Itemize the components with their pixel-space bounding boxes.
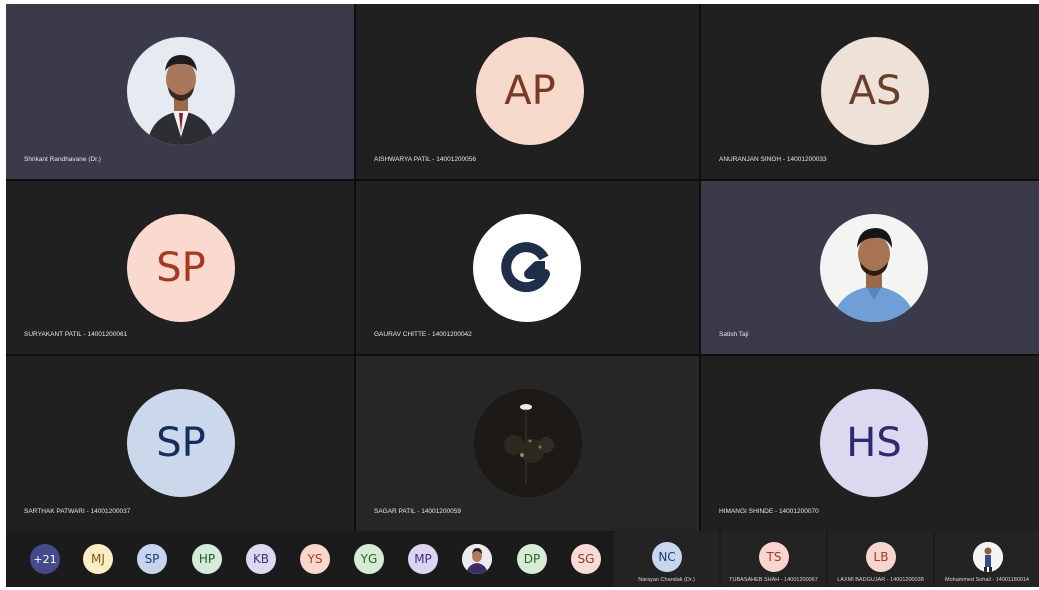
participant-initials-avatar: AS	[821, 37, 929, 145]
participant-name: Narayan Chandak (Dr.)	[638, 577, 695, 583]
participant-tile[interactable]: Satish Taji	[701, 181, 1039, 354]
participant-tile[interactable]: SP SURYAKANT PATIL - 14001200061	[6, 181, 354, 354]
participant-name: Mohammed Sohail - 14001180014	[945, 577, 1029, 583]
participant-name: SAGAR PATIL - 14001200059	[374, 508, 461, 515]
participant-name: TUBASAHEB SHAH - 14001200067	[729, 577, 818, 583]
participant-initials-avatar: SP	[127, 389, 235, 497]
participant-tile[interactable]: GAURAV CHITTE - 14001200042	[356, 181, 699, 354]
more-participants-button[interactable]: +21	[30, 544, 60, 574]
participant-name: SURYAKANT PATIL - 14001200061	[24, 331, 128, 338]
participant-name: Shrikant Randhavane (Dr.)	[24, 156, 101, 163]
participant-strip-tile[interactable]: LB LAXMI BADGUJAR - 14001200038	[828, 531, 933, 587]
participant-photo-chip	[973, 542, 1003, 572]
participant-chip[interactable]: SG	[571, 544, 601, 574]
participant-name: LAXMI BADGUJAR - 14001200038	[837, 577, 924, 583]
person-photo-icon	[462, 544, 492, 574]
participant-chip[interactable]: KB	[246, 544, 276, 574]
participant-strip-tile[interactable]: TS TUBASAHEB SHAH - 14001200067	[721, 531, 826, 587]
participant-chip[interactable]: DP	[517, 544, 547, 574]
participant-chip: TS	[759, 542, 789, 572]
participant-tile[interactable]: Shrikant Randhavane (Dr.)	[6, 4, 354, 179]
participant-strip-tile[interactable]: Mohammed Sohail - 14001180014	[935, 531, 1039, 587]
g-logo-icon	[501, 242, 550, 293]
participant-initials-avatar: SP	[127, 214, 235, 322]
participant-chip: NC	[652, 542, 682, 572]
participant-strip-tile[interactable]: NC Narayan Chandak (Dr.)	[614, 531, 719, 587]
participant-name: ANURANJAN SINGH - 14001200033	[719, 156, 827, 163]
participant-chip[interactable]: MJ	[83, 544, 113, 574]
participant-tile[interactable]: SAGAR PATIL - 14001200059	[356, 356, 699, 531]
participant-tile[interactable]: SP SARTHAK PATWARI - 14001200037	[6, 356, 354, 531]
participant-chip: LB	[866, 542, 896, 572]
participant-photo	[127, 37, 235, 145]
participant-tile[interactable]: AP AISHWARYA PATIL - 14001200056	[356, 4, 699, 179]
participant-tile[interactable]: HS HIMANGI SHINDE - 14001200070	[701, 356, 1039, 531]
participant-photo-chip[interactable]	[462, 544, 492, 574]
participant-chip[interactable]: MP	[408, 544, 438, 574]
participant-name: GAURAV CHITTE - 14001200042	[374, 331, 472, 338]
participant-photo	[474, 389, 582, 497]
participant-chip[interactable]: HP	[192, 544, 222, 574]
participant-chip[interactable]: YG	[354, 544, 384, 574]
participant-name: HIMANGI SHINDE - 14001200070	[719, 508, 819, 515]
meeting-video-grid: Shrikant Randhavane (Dr.) AP AISHWARYA P…	[6, 4, 1039, 587]
participant-chip[interactable]: YS	[300, 544, 330, 574]
participant-photo	[820, 214, 928, 322]
participant-name: SARTHAK PATWARI - 14001200037	[24, 508, 131, 515]
participant-initials-avatar: HS	[820, 389, 928, 497]
person-photo-icon	[973, 542, 1003, 572]
participant-initials-avatar: AP	[476, 37, 584, 145]
participant-name: AISHWARYA PATIL - 14001200056	[374, 156, 477, 163]
participant-tile[interactable]: AS ANURANJAN SINGH - 14001200033	[701, 4, 1039, 179]
participant-name: Satish Taji	[719, 331, 749, 338]
participant-chip[interactable]: SP	[137, 544, 167, 574]
participant-logo-avatar	[473, 214, 581, 322]
